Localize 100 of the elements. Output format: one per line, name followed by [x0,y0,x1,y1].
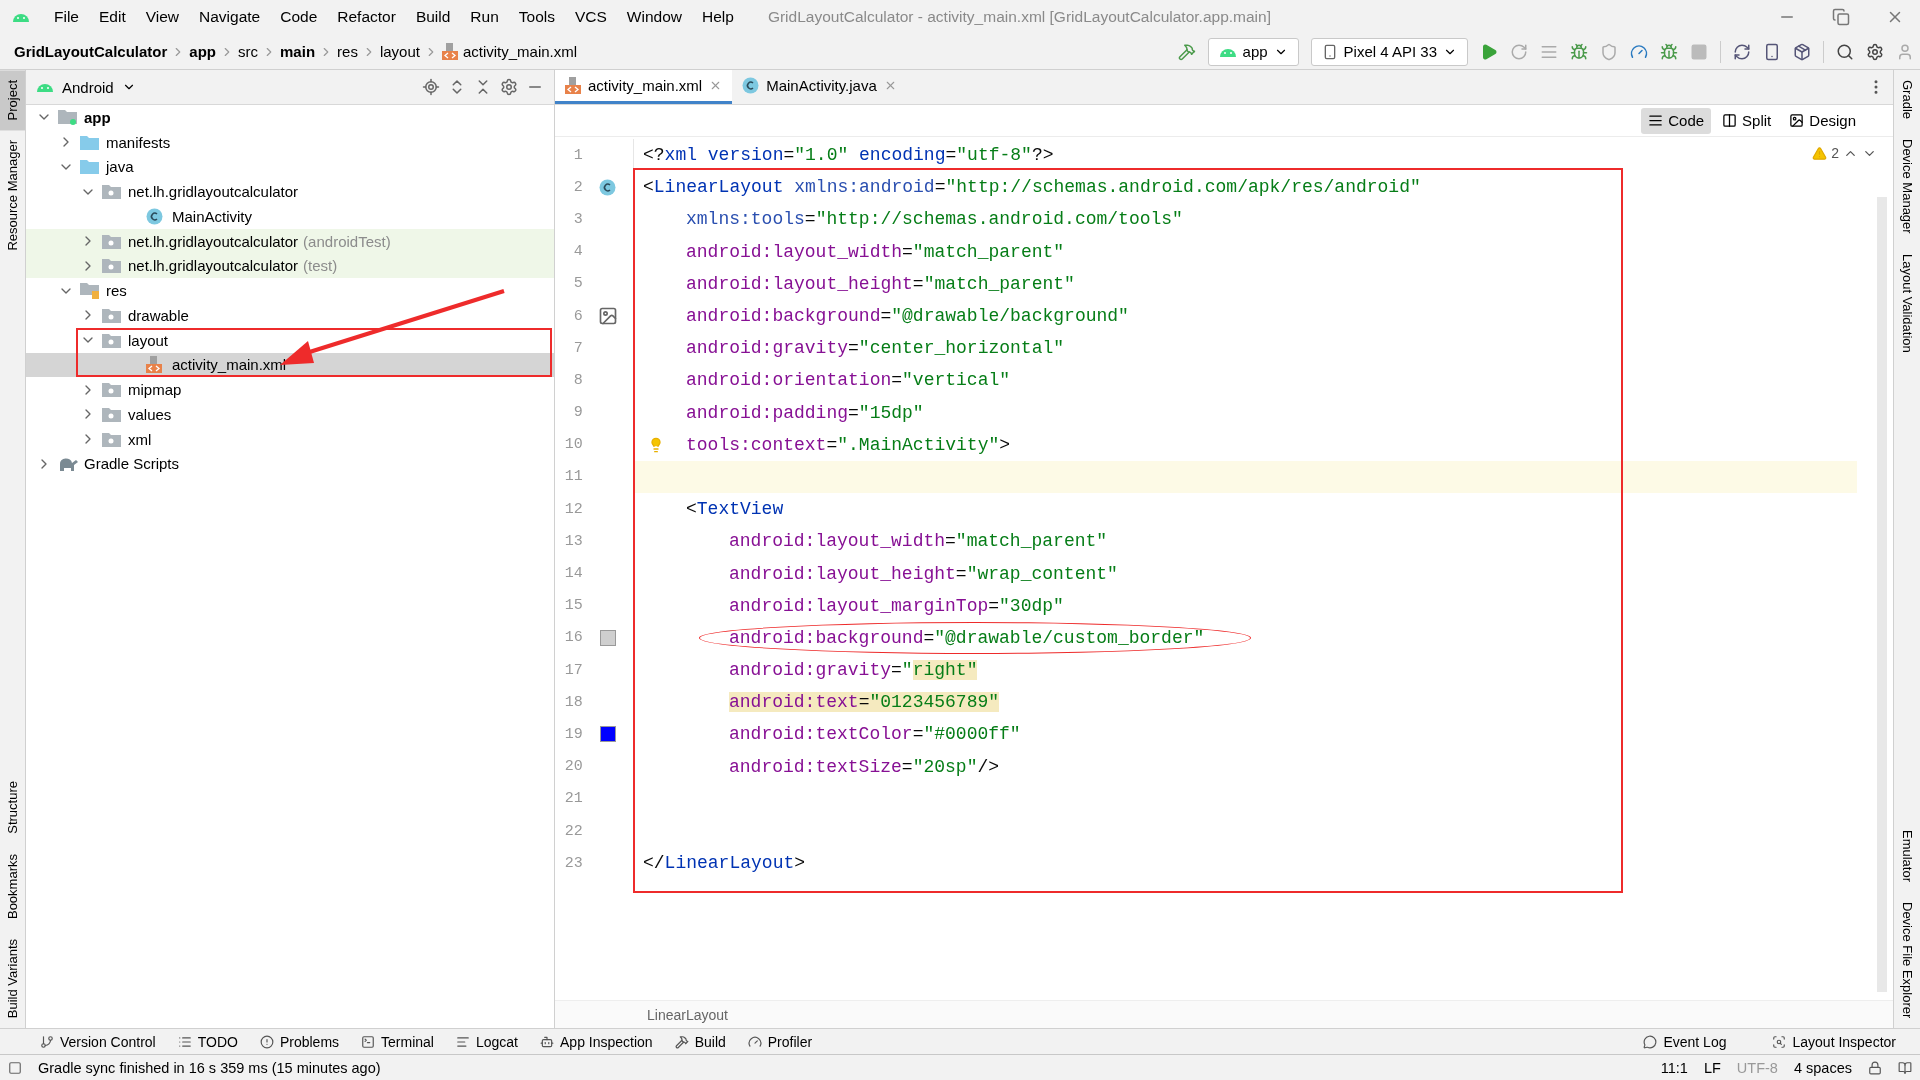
tree-item[interactable]: activity_main.xml [26,352,554,378]
menu-item[interactable]: Run [460,8,509,26]
tree-item[interactable]: java [26,154,554,180]
tool-window-tab[interactable]: Structure [0,770,25,844]
breadcrumb-item[interactable]: GridLayoutCalculator [14,43,168,60]
breadcrumb-item[interactable]: layout [379,43,420,60]
breadcrumb-item[interactable]: res [337,43,358,60]
tool-window-tab[interactable]: Device Manager [1894,129,1920,244]
warning-count[interactable]: 2 [1831,145,1839,161]
tool-window-button[interactable]: Problems [259,1033,340,1050]
indent-setting[interactable]: 4 spaces [1793,1059,1852,1076]
tool-window-button[interactable]: Layout Inspector [1772,1033,1896,1050]
restore-icon[interactable] [1832,8,1850,26]
list-icon [177,1034,192,1049]
menu-item[interactable]: Tools [508,8,565,26]
project-view-selector[interactable]: Android [62,78,114,96]
tool-window-tab[interactable]: Device File Explorer [1894,891,1920,1028]
code-path[interactable]: LinearLayout [647,1006,728,1023]
menu-item[interactable]: Code [270,8,328,26]
menu-item[interactable]: VCS [564,8,617,26]
line-number: 6 [572,307,583,325]
tree-item[interactable]: MainActivity [26,204,554,229]
tool-window-button[interactable]: App Inspection [540,1033,653,1050]
tree-item[interactable]: net.lh.gridlayoutcalculator (test) [26,253,554,279]
window-title: GridLayoutCalculator - activity_main.xml [GridLayoutCalculator.app.main] [767,8,1272,26]
lock-icon[interactable] [1868,1060,1882,1075]
tree-item[interactable]: values [26,402,554,427]
tree-item[interactable]: drawable [26,303,554,328]
line-number: 11 [563,468,583,486]
view-mode-button[interactable]: Code [1641,107,1712,134]
tree-item[interactable]: net.lh.gridlayoutcalculator [26,179,554,204]
tree-item[interactable]: net.lh.gridlayoutcalculator (androidTest) [26,228,554,254]
tool-window-tab[interactable]: Build Variants [0,928,25,1028]
debug-icon[interactable] [1570,42,1588,61]
tree-item[interactable]: mipmap [26,377,554,402]
settings-icon[interactable] [1866,42,1884,61]
view-mode-button[interactable]: Design [1782,107,1863,134]
settings-icon[interactable] [500,78,518,96]
tool-window-tab[interactable]: Resource Manager [0,130,25,262]
menu-item[interactable]: View [135,8,190,26]
tree-item[interactable]: layout [26,327,554,353]
breadcrumb-item[interactable]: app [189,43,217,60]
menu-item[interactable]: Help [692,8,744,26]
tree-item[interactable]: res [26,278,554,303]
tool-window-button[interactable]: Build [674,1033,726,1050]
breadcrumb-item[interactable]: src [238,43,259,60]
line-number: 23 [563,854,583,872]
line-separator[interactable]: LF [1703,1059,1721,1076]
package-folder-icon [102,406,121,422]
tree-item[interactable]: Gradle Scripts [26,451,554,477]
tree-item[interactable]: app [26,105,554,130]
tool-window-button[interactable]: Profiler [747,1033,813,1050]
lightbulb-icon [648,436,664,453]
breadcrumb-item[interactable]: activity_main.xml [462,43,578,60]
tool-window-button[interactable]: Version Control [40,1033,156,1050]
tool-window-tab[interactable]: Layout Validation [1894,243,1920,363]
device-dropdown[interactable]: Pixel 4 API 33 [1310,37,1468,66]
xml-file-icon [565,77,581,94]
editor-tab[interactable]: activity_main.xml [555,70,733,104]
hammer-icon[interactable] [1177,42,1196,61]
tool-window-tab[interactable]: Emulator [1894,819,1920,892]
sync-icon[interactable] [1733,42,1751,61]
code-line: <LinearLayout xmlns:android="http://schemas.android.com/apk/res/android" [642,176,1421,200]
line-number: 21 [563,790,583,808]
line-number: 17 [563,661,583,679]
tool-window-button[interactable]: Event Log [1643,1033,1727,1050]
line-number: 16 [563,629,583,647]
tree-item[interactable]: manifests [26,129,554,155]
line-number: 13 [563,532,583,550]
menu-item[interactable]: Navigate [189,8,271,26]
breadcrumb-item[interactable]: main [280,43,316,60]
tool-window-button[interactable]: Terminal [361,1033,434,1050]
menu-item[interactable]: File [44,8,89,26]
panel-toggle-icon[interactable] [8,1060,22,1075]
menu-item[interactable]: Build [405,8,461,26]
menu-item[interactable]: Window [616,8,692,26]
tool-window-tab[interactable]: Gradle [1894,70,1920,130]
book-icon[interactable] [1898,1060,1912,1075]
run-icon[interactable] [1480,42,1498,61]
view-mode-button[interactable]: Split [1715,107,1779,134]
package-folder-icon [102,258,121,274]
lines-icon [455,1034,470,1049]
caret-position[interactable]: 11:1 [1660,1059,1688,1076]
menu-item[interactable]: Edit [89,8,136,26]
code-line: android:textSize="20sp"/> [728,755,1000,779]
search-icon[interactable] [1836,42,1854,61]
menu-item[interactable]: Refactor [327,8,406,26]
tool-window-button[interactable]: Logcat [455,1033,518,1050]
line-number: 15 [563,597,583,615]
tool-window-button[interactable]: TODO [177,1033,238,1050]
line-number: 20 [563,758,583,776]
package-folder-icon [102,332,121,348]
locate-icon[interactable] [422,78,440,96]
line-number: 12 [563,500,583,518]
line-number: 10 [563,436,583,454]
run-config-dropdown[interactable]: app [1207,37,1299,66]
tool-window-tab[interactable]: Project [0,70,25,131]
editor-tab[interactable]: MainActivity.java [732,70,907,104]
tree-item[interactable]: xml [26,426,554,452]
tool-window-tab[interactable]: Bookmarks [0,843,25,929]
